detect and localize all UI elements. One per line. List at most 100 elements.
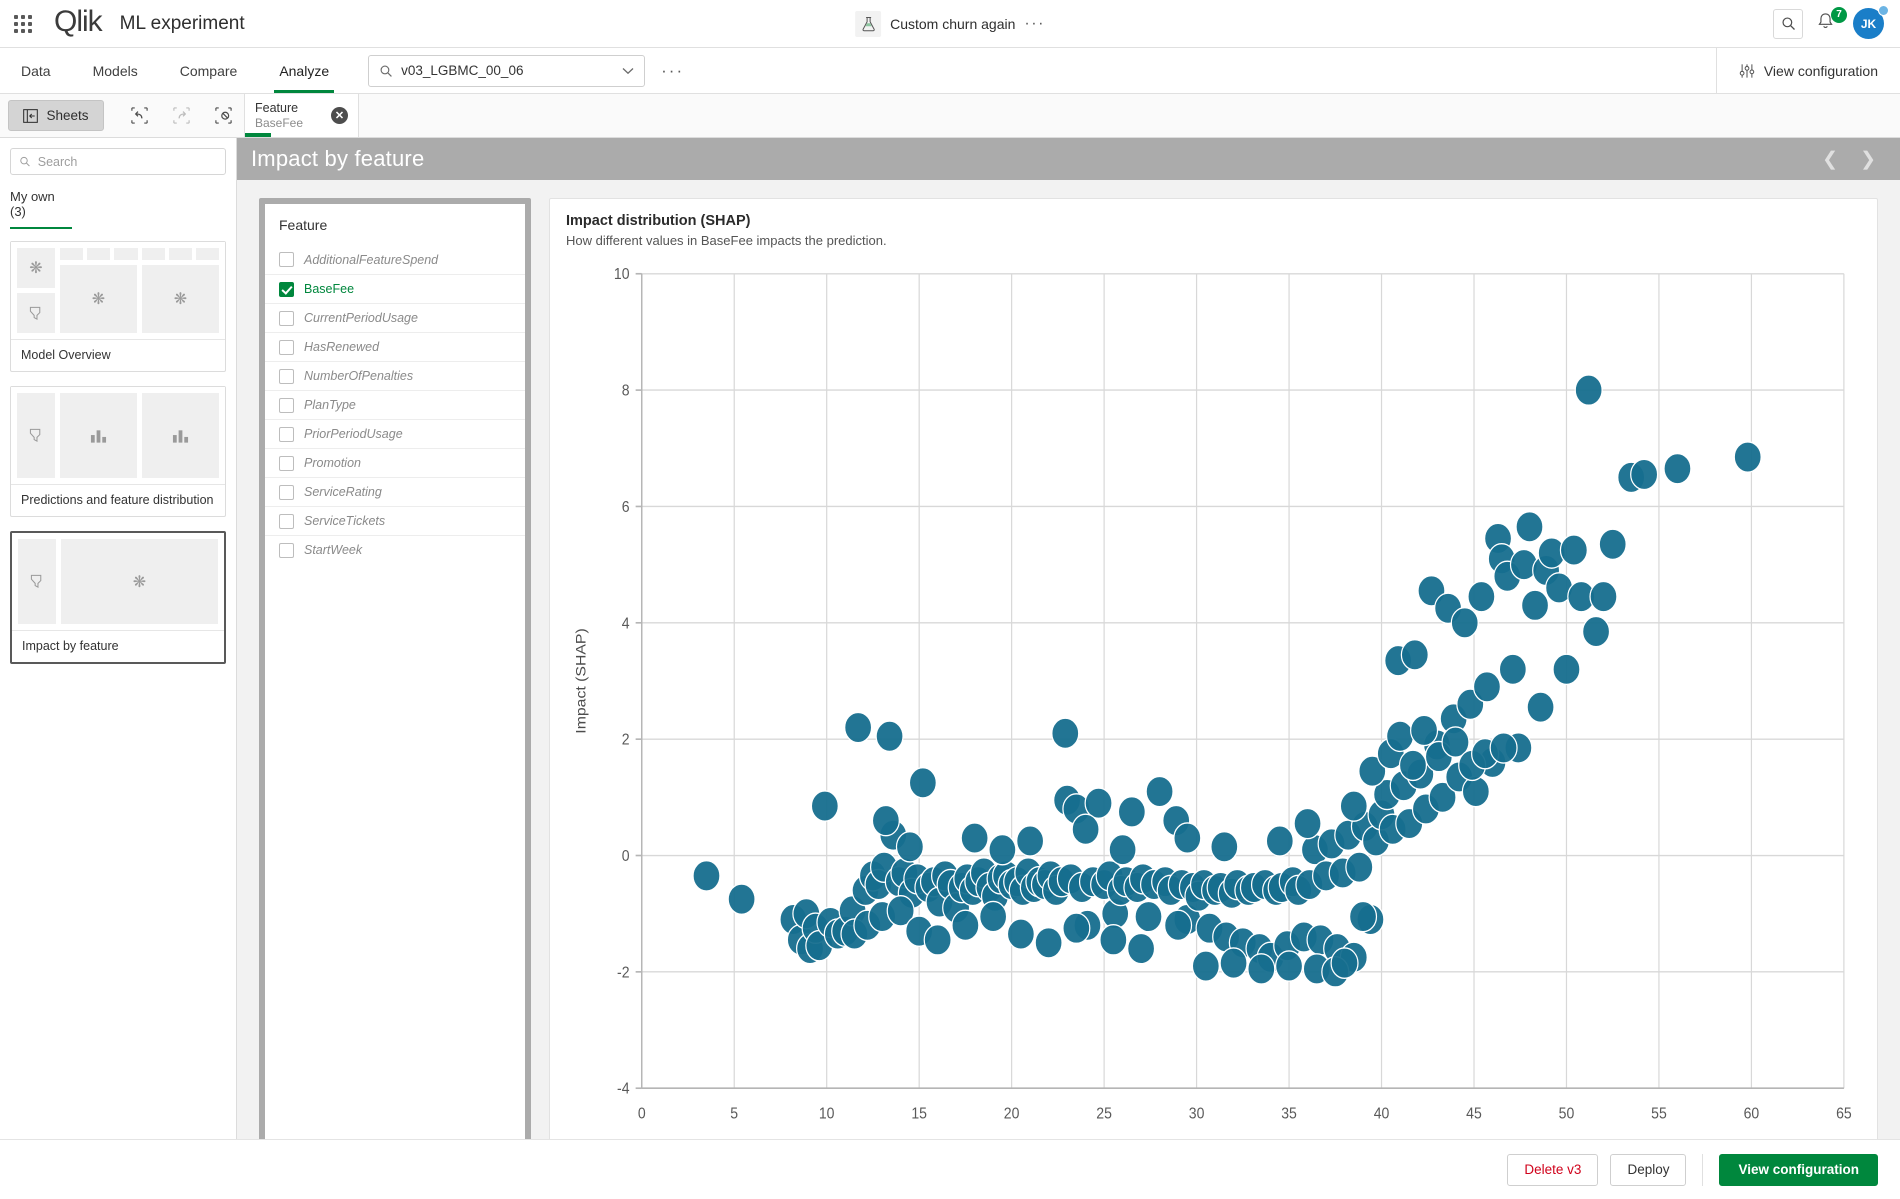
model-menu-button[interactable]: ··· xyxy=(661,61,684,81)
scatter-point[interactable] xyxy=(1051,717,1080,750)
checkbox-icon[interactable] xyxy=(279,455,294,471)
sheet-card-model-overview[interactable]: ❋ ❋ ❋ Model Overview xyxy=(10,241,226,372)
checkbox-icon[interactable] xyxy=(279,310,294,326)
feature-row[interactable]: ServiceTickets xyxy=(265,506,525,535)
sheets-button[interactable]: Sheets xyxy=(8,100,104,131)
tab-data[interactable]: Data xyxy=(0,48,72,93)
scatter-point[interactable] xyxy=(908,766,937,799)
scatter-point[interactable] xyxy=(1582,615,1611,648)
scatter-point[interactable] xyxy=(979,900,1008,933)
scatter-plot[interactable]: -4-2024681005101520253035404550556065Bas… xyxy=(566,260,1861,1168)
scatter-point[interactable] xyxy=(1145,775,1174,808)
scatter-point[interactable] xyxy=(1099,924,1128,956)
close-icon[interactable]: ✕ xyxy=(331,107,348,124)
scatter-point[interactable] xyxy=(1520,589,1550,622)
checkbox-icon[interactable] xyxy=(279,484,294,500)
feature-row[interactable]: Promotion xyxy=(265,448,525,477)
feature-row[interactable]: StartWeek xyxy=(265,535,525,564)
scatter-point[interactable] xyxy=(875,720,904,753)
scatter-point[interactable] xyxy=(1630,458,1659,491)
scatter-point[interactable] xyxy=(1134,900,1163,933)
sheets-group-label[interactable]: My own (3) xyxy=(10,189,72,229)
scatter-point[interactable] xyxy=(844,711,873,744)
checkbox-icon[interactable] xyxy=(279,426,294,442)
scatter-point[interactable] xyxy=(1589,580,1618,613)
scatter-point[interactable] xyxy=(1071,813,1100,846)
scatter-point[interactable] xyxy=(1127,932,1156,965)
scatter-point[interactable] xyxy=(1108,833,1137,866)
scatter-point[interactable] xyxy=(1515,510,1544,543)
checkbox-icon[interactable] xyxy=(279,252,294,267)
scatter-point[interactable] xyxy=(1348,900,1378,933)
scatter-point[interactable] xyxy=(1385,720,1415,753)
feature-row[interactable]: NumberOfPenalties xyxy=(265,361,525,390)
scatter-point[interactable] xyxy=(1574,374,1603,406)
scatter-point[interactable] xyxy=(1219,947,1248,979)
scatter-point[interactable] xyxy=(1400,638,1429,671)
sheet-card-predictions-and-feature-distribution[interactable]: Predictions and feature distribution xyxy=(10,386,226,517)
scatter-point[interactable] xyxy=(1559,534,1588,566)
view-configuration-button[interactable]: View configuration xyxy=(1719,1153,1878,1186)
scatter-plot-svg[interactable]: -4-2024681005101520253035404550556065Bas… xyxy=(566,260,1861,1168)
scatter-point[interactable] xyxy=(1210,830,1239,863)
checkbox-checked-icon[interactable] xyxy=(279,281,294,297)
deploy-button[interactable]: Deploy xyxy=(1610,1153,1687,1186)
scatter-point[interactable] xyxy=(1663,452,1692,485)
scatter-points[interactable] xyxy=(692,374,1762,988)
scatter-point[interactable] xyxy=(1247,953,1276,985)
scatter-point[interactable] xyxy=(1330,947,1359,979)
checkbox-icon[interactable] xyxy=(279,542,294,558)
app-launcher-button[interactable] xyxy=(0,14,46,33)
scatter-point[interactable] xyxy=(1398,749,1428,782)
feature-row[interactable]: BaseFee xyxy=(265,274,525,303)
scatter-point[interactable] xyxy=(951,909,980,942)
scatter-point[interactable] xyxy=(1552,653,1581,686)
feature-row[interactable]: AdditionalFeatureSpend xyxy=(265,245,525,274)
feature-row[interactable]: CurrentPeriodUsage xyxy=(265,303,525,332)
scatter-point[interactable] xyxy=(1191,950,1220,982)
scatter-point[interactable] xyxy=(727,883,756,915)
checkbox-icon[interactable] xyxy=(279,339,294,355)
scatter-point[interactable] xyxy=(1410,714,1439,747)
checkbox-icon[interactable] xyxy=(279,397,294,413)
scatter-point[interactable] xyxy=(923,924,952,956)
scatter-point[interactable] xyxy=(1598,528,1627,561)
sheet-card-impact-by-feature[interactable]: ❋ Impact by feature xyxy=(10,531,226,664)
scatter-point[interactable] xyxy=(1084,787,1113,819)
redo-selection-button[interactable] xyxy=(160,94,202,138)
scatter-point[interactable] xyxy=(1489,732,1518,764)
tab-compare[interactable]: Compare xyxy=(159,48,259,93)
scatter-point[interactable] xyxy=(1062,912,1091,945)
scatter-point[interactable] xyxy=(1275,950,1304,982)
notifications-button[interactable]: 7 xyxy=(1816,6,1847,37)
sheet-search[interactable] xyxy=(10,148,226,175)
search-input[interactable] xyxy=(37,154,217,169)
scatter-point[interactable] xyxy=(1461,775,1490,808)
scatter-point[interactable] xyxy=(1293,807,1322,840)
user-avatar[interactable]: JK xyxy=(1853,5,1889,39)
scatter-point[interactable] xyxy=(988,833,1017,866)
delete-version-button[interactable]: Delete v3 xyxy=(1507,1153,1599,1186)
scatter-point[interactable] xyxy=(1117,796,1146,828)
scatter-point[interactable] xyxy=(1034,926,1063,959)
scatter-point[interactable] xyxy=(960,822,989,854)
experiment-menu-button[interactable]: ··· xyxy=(1024,15,1044,33)
checkbox-icon[interactable] xyxy=(279,368,294,384)
scatter-point[interactable] xyxy=(1526,691,1555,723)
scatter-point[interactable] xyxy=(1450,606,1479,639)
feature-row[interactable]: HasRenewed xyxy=(265,332,525,361)
model-version-select[interactable]: v03_LGBMC_00_06 xyxy=(368,54,646,87)
scatter-point[interactable] xyxy=(1265,825,1294,857)
selection-chip-feature[interactable]: Feature BaseFee ✕ xyxy=(244,94,359,137)
tab-models[interactable]: Models xyxy=(72,48,159,93)
scatter-point[interactable] xyxy=(1164,909,1193,942)
scatter-point[interactable] xyxy=(895,830,924,863)
checkbox-icon[interactable] xyxy=(279,513,294,529)
qlik-logo[interactable]: Qlik xyxy=(54,6,103,37)
scatter-point[interactable] xyxy=(1006,918,1035,950)
view-configuration-top-button[interactable]: View configuration xyxy=(1715,48,1900,93)
feature-row[interactable]: ServiceRating xyxy=(265,477,525,506)
scatter-point[interactable] xyxy=(1345,851,1374,883)
feature-row[interactable]: PlanType xyxy=(265,390,525,419)
scatter-point[interactable] xyxy=(692,860,721,892)
